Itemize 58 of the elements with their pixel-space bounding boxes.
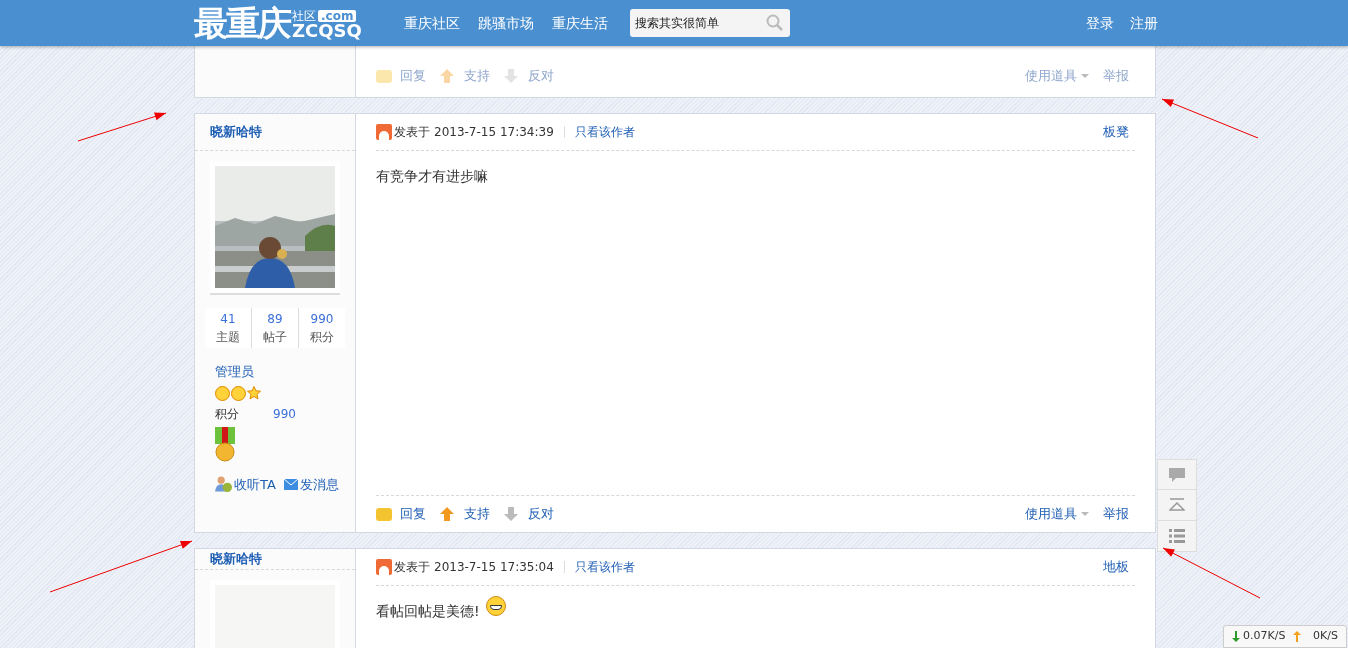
nav-link[interactable]: 重庆社区 [403,12,460,34]
post-time: 2013-7-15 17:35:04 [434,559,554,576]
follow-link[interactable]: 收听TA [234,474,276,494]
nav-link[interactable]: 跳骚市场 [477,12,534,34]
author-name[interactable]: 晓新哈特 [210,549,262,569]
stat-label: 主题 [216,329,240,346]
post-body: 看帖回帖是美德! [376,602,480,621]
report-link[interactable]: 举报 [1103,504,1129,524]
arrow-up-icon [440,69,454,83]
person-icon [215,476,232,493]
support-link[interactable]: 支持 [464,504,490,524]
post-body: 有竞争才有进步嘛 [376,167,488,186]
download-arrow-icon [1232,631,1240,642]
points-value: 990 [273,405,296,423]
oppose-link[interactable]: 反对 [528,504,554,524]
list-button[interactable] [1157,521,1197,552]
stat-value: 41 [220,311,236,328]
user-icon [376,124,392,140]
post-time: 2013-7-15 17:34:39 [434,124,554,141]
stat-value: 990 [310,311,334,328]
speech-bubble-icon [376,69,392,83]
user-icon [376,559,392,575]
comment-icon [1168,466,1186,483]
top-arrow-icon [1169,498,1185,512]
login-link[interactable]: 登录 [1086,12,1114,34]
medal-icon [215,426,235,463]
speech-bubble-icon [376,507,392,521]
arrow-up-icon [440,507,454,521]
arrow-down-icon [504,69,518,83]
arrow-down-icon [504,507,518,521]
rank-icons [215,385,261,401]
floor-link[interactable]: 地板 [1103,557,1129,577]
nav-link[interactable]: 重庆生活 [551,12,608,34]
search-icon[interactable] [765,14,784,32]
message-link[interactable]: 发消息 [299,474,339,494]
posted-label: 发表于 [394,124,430,141]
posted-label: 发表于 [394,559,430,576]
download-speed: 0.07K/S [1243,628,1286,645]
tools-dropdown[interactable]: 使用道具 [1025,504,1089,524]
comment-button[interactable] [1157,459,1197,490]
floor-link[interactable]: 板凳 [1103,122,1129,142]
upload-speed: 0K/S [1313,628,1338,645]
grin-emoji-icon [485,596,506,616]
stat-label: 积分 [310,329,334,346]
author-only-link[interactable]: 只看该作者 [574,123,635,141]
author-name[interactable]: 晓新哈特 [210,122,262,142]
author-only-link[interactable]: 只看该作者 [574,558,635,576]
user-group[interactable]: 管理员 [215,362,355,382]
list-icon [1169,529,1185,543]
points-label: 积分 [215,405,240,423]
upload-arrow-icon [1293,631,1302,642]
stat-label: 帖子 [263,329,287,346]
envelope-icon [283,478,298,490]
search-field[interactable]: 搜索其实很简单 [629,9,790,37]
reply-link[interactable]: 回复 [400,504,426,524]
back-to-top-button[interactable] [1157,490,1197,521]
register-link[interactable]: 注册 [1130,12,1158,34]
stat-value: 89 [267,311,283,328]
